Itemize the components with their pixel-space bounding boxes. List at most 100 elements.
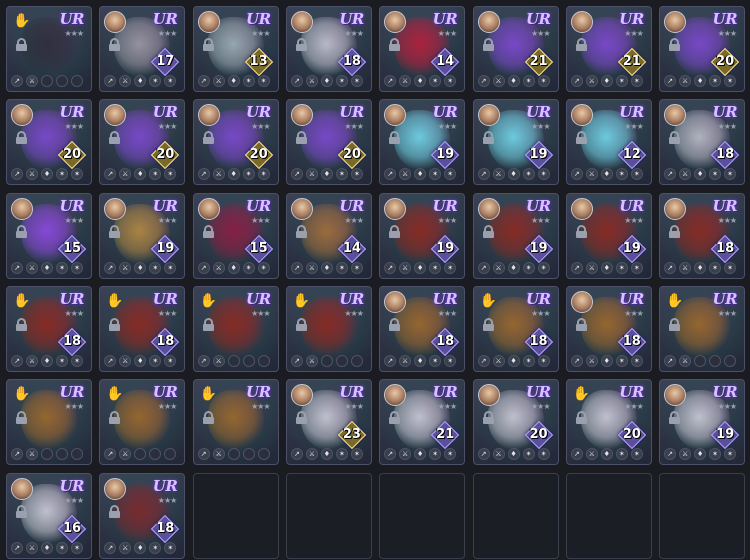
equipment-card[interactable]: UR ★★★ 21 ↗ ⚔ ♦ ✶ ✶ [472, 6, 559, 92]
substat-icon: ✶ [335, 261, 348, 274]
substat-icon: ♦ [600, 168, 613, 181]
lock-icon[interactable] [202, 131, 214, 145]
equipment-card[interactable]: UR ★★★ 20 ↗ ⚔ ♦ ✶ ✶ [659, 6, 746, 92]
equipment-card[interactable]: ✋ UR ★★★ ↗ ⚔ [6, 379, 92, 466]
equipment-card[interactable]: ✋ UR ★★★ ↗ ⚔ [285, 285, 372, 372]
lock-icon[interactable] [16, 317, 27, 331]
equipment-card[interactable]: UR ★★★ 18 ↗ ⚔ ♦ ✶ ✶ [285, 6, 372, 92]
lock-icon[interactable] [16, 411, 27, 425]
equipment-card[interactable]: UR ★★★ 13 ↗ ⚔ ♦ ✶ ✶ [192, 6, 279, 92]
lock-icon[interactable] [669, 131, 681, 145]
equipment-card[interactable]: UR ★★★ 19 ↗ ⚔ ♦ ✶ ✶ [472, 99, 559, 186]
equipment-card[interactable]: ✋ UR ★★★ ↗ ⚔ [6, 6, 92, 92]
lock-icon[interactable] [109, 131, 121, 145]
level-number: 18 [62, 333, 82, 349]
lock-icon[interactable] [482, 131, 494, 145]
lock-icon[interactable] [669, 411, 681, 425]
lock-icon[interactable] [575, 131, 587, 145]
equipment-card[interactable]: UR ★★★ 20 ↗ ⚔ ♦ ✶ ✶ [6, 99, 92, 186]
lock-icon[interactable] [575, 224, 587, 238]
equipment-card[interactable]: UR ★★★ 20 ↗ ⚔ ♦ ✶ ✶ [472, 379, 559, 466]
lock-icon[interactable] [389, 317, 401, 331]
lock-icon[interactable] [16, 38, 27, 51]
equipment-card[interactable]: UR ★★★ 14 ↗ ⚔ ♦ ✶ ✶ [285, 192, 372, 279]
lock-icon[interactable] [389, 38, 401, 51]
equipment-card[interactable]: ✋ UR ★★★ ↗ ⚔ [192, 285, 279, 372]
equipment-card[interactable]: UR ★★★ 19 ↗ ⚔ ♦ ✶ ✶ [659, 379, 746, 466]
lock-icon[interactable] [669, 38, 681, 51]
lock-icon[interactable] [202, 38, 214, 51]
lock-icon[interactable] [16, 131, 27, 145]
equipment-card[interactable]: ✋ UR ★★★ ↗ ⚔ [659, 285, 746, 372]
equipment-card[interactable]: UR ★★★ 18 ↗ ⚔ ♦ ✶ ✶ [99, 472, 186, 559]
equipment-card[interactable]: UR ★★★ 12 ↗ ⚔ ♦ ✶ ✶ [565, 99, 652, 186]
equipment-card[interactable]: UR ★★★ 19 ↗ ⚔ ♦ ✶ ✶ [379, 192, 466, 279]
equipment-card[interactable]: UR ★★★ 21 ↗ ⚔ ♦ ✶ ✶ [379, 379, 466, 466]
lock-icon[interactable] [109, 317, 121, 331]
equipment-card[interactable]: UR ★★★ 19 ↗ ⚔ ♦ ✶ ✶ [379, 99, 466, 186]
substat-icon: ✶ [537, 261, 550, 274]
lock-icon[interactable] [109, 38, 121, 51]
empty-slot[interactable] [192, 472, 279, 559]
substat-icon: ✶ [71, 354, 83, 367]
lock-icon[interactable] [16, 224, 27, 238]
equipment-card[interactable]: ✋ UR ★★★ ↗ ⚔ [99, 379, 186, 466]
lock-icon[interactable] [295, 224, 307, 238]
lock-icon[interactable] [295, 317, 307, 331]
substat-icon: ♦ [134, 354, 147, 367]
empty-slot[interactable] [659, 472, 746, 559]
equipment-card[interactable]: ✋ UR ★★★ ↗ ⚔ [192, 379, 279, 466]
empty-slot[interactable] [565, 472, 652, 559]
lock-icon[interactable] [295, 411, 307, 425]
lock-icon[interactable] [109, 411, 121, 425]
equipment-card[interactable]: UR ★★★ 14 ↗ ⚔ ♦ ✶ ✶ [379, 6, 466, 92]
equipment-card[interactable]: UR ★★★ 15 ↗ ⚔ ♦ ✶ ✶ [6, 192, 92, 279]
equipment-card[interactable]: UR ★★★ 23 ↗ ⚔ ♦ ✶ ✶ [285, 379, 372, 466]
equipment-card[interactable]: UR ★★★ 18 ↗ ⚔ ♦ ✶ ✶ [565, 285, 652, 372]
empty-slot[interactable] [472, 472, 559, 559]
lock-icon[interactable] [575, 317, 587, 331]
equipment-card[interactable]: UR ★★★ 18 ↗ ⚔ ♦ ✶ ✶ [379, 285, 466, 372]
level-badge: 18 [617, 327, 646, 357]
empty-slot[interactable] [379, 472, 466, 559]
lock-icon[interactable] [575, 411, 587, 425]
equipment-card[interactable]: UR ★★★ 19 ↗ ⚔ ♦ ✶ ✶ [472, 192, 559, 279]
lock-icon[interactable] [389, 224, 401, 238]
lock-icon[interactable] [669, 317, 681, 331]
lock-icon[interactable] [295, 131, 307, 145]
lock-icon[interactable] [482, 224, 494, 238]
lock-icon[interactable] [202, 411, 214, 425]
lock-icon[interactable] [389, 131, 401, 145]
avatar [477, 197, 500, 220]
lock-icon[interactable] [482, 411, 494, 425]
lock-icon[interactable] [389, 411, 401, 425]
equipment-card[interactable]: UR ★★★ 17 ↗ ⚔ ♦ ✶ ✶ [99, 6, 186, 92]
equipment-card[interactable]: UR ★★★ 20 ↗ ⚔ ♦ ✶ ✶ [99, 99, 186, 186]
equipment-card[interactable]: ✋ UR ★★★ 18 ↗ ⚔ ♦ ✶ ✶ [99, 285, 186, 372]
empty-slot[interactable] [285, 472, 372, 559]
hand-icon: ✋ [13, 386, 31, 403]
equipment-card[interactable]: UR ★★★ 16 ↗ ⚔ ♦ ✶ ✶ [6, 472, 92, 559]
lock-icon[interactable] [109, 504, 121, 518]
equipment-card[interactable]: ✋ UR ★★★ 20 ↗ ⚔ ♦ ✶ ✶ [565, 379, 652, 466]
lock-icon[interactable] [202, 317, 214, 331]
lock-icon[interactable] [109, 224, 121, 238]
equipment-card[interactable]: UR ★★★ 19 ↗ ⚔ ♦ ✶ ✶ [565, 192, 652, 279]
equipment-card[interactable]: UR ★★★ 15 ↗ ⚔ ♦ ✶ ✶ [192, 192, 279, 279]
lock-icon[interactable] [202, 224, 214, 238]
lock-icon[interactable] [482, 317, 494, 331]
equipment-card[interactable]: UR ★★★ 18 ↗ ⚔ ♦ ✶ ✶ [659, 192, 746, 279]
substat-icon: ♦ [41, 261, 53, 274]
lock-icon[interactable] [575, 38, 587, 51]
equipment-card[interactable]: UR ★★★ 19 ↗ ⚔ ♦ ✶ ✶ [99, 192, 186, 279]
equipment-card[interactable]: UR ★★★ 21 ↗ ⚔ ♦ ✶ ✶ [565, 6, 652, 92]
equipment-card[interactable]: ✋ UR ★★★ 18 ↗ ⚔ ♦ ✶ ✶ [6, 285, 92, 372]
lock-icon[interactable] [295, 38, 307, 51]
equipment-card[interactable]: ✋ UR ★★★ 18 ↗ ⚔ ♦ ✶ ✶ [472, 285, 559, 372]
equipment-card[interactable]: UR ★★★ 20 ↗ ⚔ ♦ ✶ ✶ [285, 99, 372, 186]
lock-icon[interactable] [16, 504, 27, 518]
equipment-card[interactable]: UR ★★★ 20 ↗ ⚔ ♦ ✶ ✶ [192, 99, 279, 186]
equipment-card[interactable]: UR ★★★ 18 ↗ ⚔ ♦ ✶ ✶ [659, 99, 746, 186]
lock-icon[interactable] [482, 38, 494, 51]
lock-icon[interactable] [669, 224, 681, 238]
